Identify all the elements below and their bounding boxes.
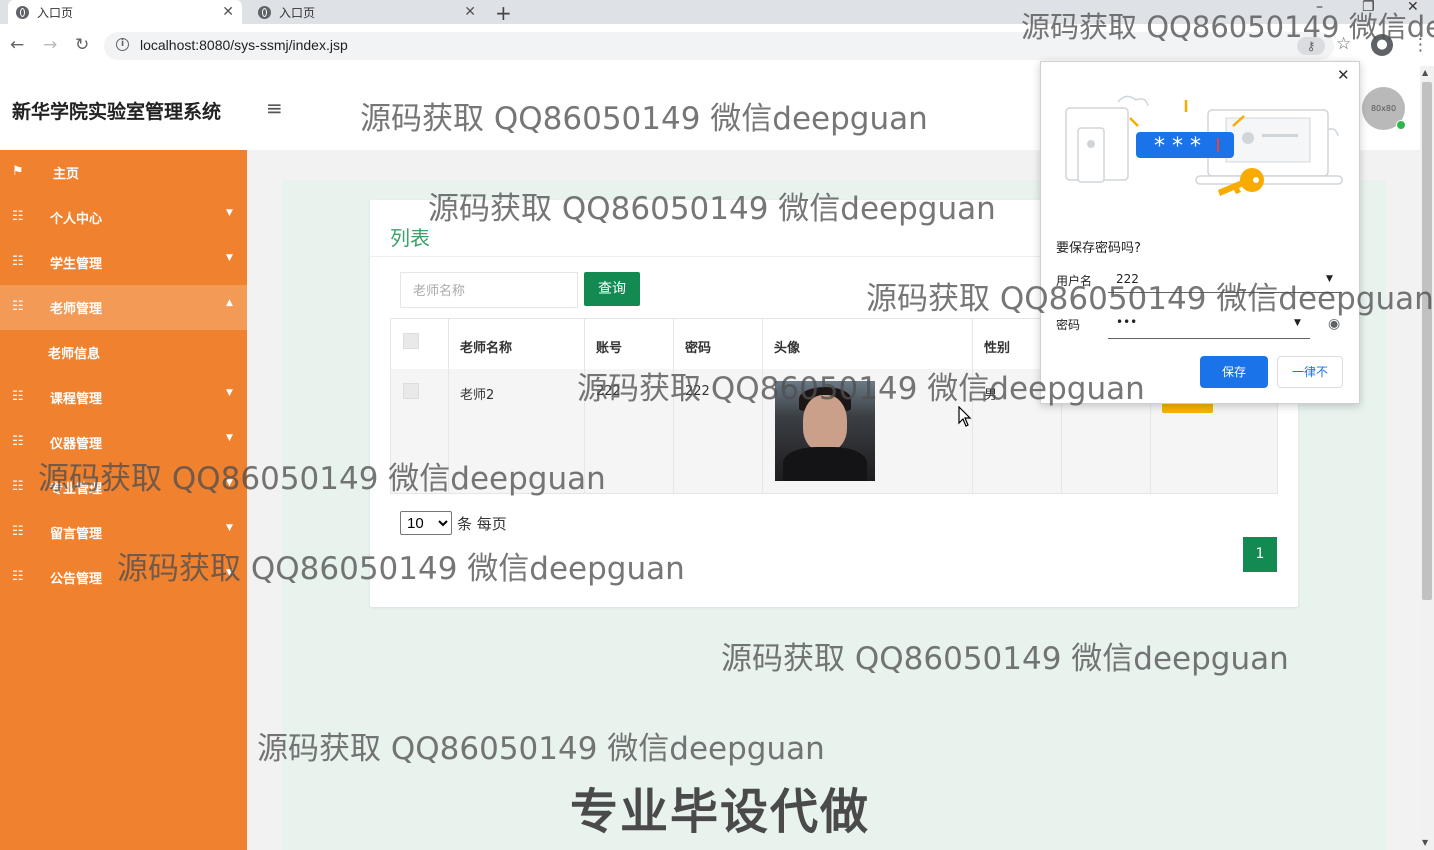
password-illustration: * * * — [1065, 95, 1343, 196]
sidebar-item-label: 仪器管理 — [50, 437, 103, 452]
grid-icon: ☷ — [12, 569, 24, 584]
sidebar-item-label: 学生管理 — [50, 257, 103, 272]
illustration-stars: * * * — [1154, 134, 1201, 159]
per-page-label: 条 每页 — [457, 515, 507, 533]
sidebar-subitem-teacher-info[interactable]: 老师信息 — [48, 343, 100, 362]
sidebar-item-label: 课程管理 — [50, 392, 103, 407]
watermark: 源码获取 QQ86050149 微信deepguan — [577, 371, 1145, 407]
sidebar-item-label: 老师管理 — [50, 302, 103, 317]
sidebar-item-courses[interactable]: ☷ 课程管理 ▼ — [0, 375, 247, 420]
sidebar-item-students[interactable]: ☷ 学生管理 ▼ — [0, 240, 247, 285]
grid-icon: ☷ — [12, 434, 24, 449]
watermark: 源码获取 QQ86050149 微信deepguan — [428, 191, 996, 227]
caret-down-icon: ▼ — [226, 253, 233, 263]
sidebar-item-personal-center[interactable]: ☷ 个人中心 ▼ — [0, 195, 247, 240]
grid-icon: ☷ — [12, 254, 24, 269]
info-icon[interactable]: i — [116, 38, 129, 51]
caret-down-icon: ▼ — [226, 388, 233, 398]
sidebar-item-label: 留言管理 — [50, 527, 103, 542]
sidebar-item-home[interactable]: ⚑ 主页 — [0, 150, 247, 195]
caret-down-icon: ▼ — [226, 433, 233, 443]
grid-icon: ☷ — [12, 389, 24, 404]
page-size-select[interactable]: 10 — [400, 511, 452, 535]
select-all-checkbox[interactable] — [403, 333, 419, 349]
scroll-up-arrow-icon[interactable]: ▲ — [1422, 68, 1428, 77]
tab-close-icon[interactable]: ✕ — [464, 4, 476, 20]
forward-icon[interactable]: → — [43, 35, 57, 55]
tab-title: 入口页 — [279, 5, 316, 20]
sidebar-item-label: 主页 — [53, 167, 80, 182]
tab-close-icon[interactable]: ✕ — [222, 4, 234, 20]
grid-icon: ☷ — [12, 299, 24, 314]
grid-icon: ☷ — [12, 479, 24, 494]
column-header-gender: 性别 — [984, 341, 1011, 356]
caret-down-icon: ▼ — [226, 208, 233, 218]
browser-tab-inactive[interactable]: 入口页 ✕ — [250, 0, 484, 24]
caret-up-icon: ▲ — [226, 298, 233, 308]
popup-title: 要保存密码吗? — [1056, 241, 1141, 256]
watermark: 源码获取 QQ86050149 微信deepguan — [117, 551, 685, 587]
watermark: 源码获取 QQ86050149 微信deepguan — [866, 281, 1434, 317]
sidebar-item-teachers[interactable]: ☷ 老师管理 ▲ — [0, 285, 247, 330]
save-password-button[interactable]: 保存 — [1200, 356, 1268, 388]
watermark: 源码获取 QQ86050149 微信deepguan — [721, 641, 1289, 677]
query-button[interactable]: 查询 — [584, 272, 640, 306]
caret-down-icon[interactable]: ▼ — [1294, 318, 1301, 328]
cell-teacher-name: 老师2 — [460, 388, 495, 403]
tab-title: 入口页 — [37, 5, 74, 20]
teacher-name-search-input[interactable] — [400, 272, 578, 308]
sidebar-item-label: 公告管理 — [50, 572, 103, 587]
never-save-button[interactable]: 一律不 — [1277, 356, 1343, 388]
grid-icon: ☷ — [12, 209, 24, 224]
flag-icon: ⚑ — [12, 164, 24, 179]
eye-icon[interactable]: ◉ — [1328, 316, 1340, 332]
watermark: 源码获取 QQ86050149 微信deepguan — [38, 461, 606, 497]
card-title: 列表 — [390, 226, 430, 250]
app-title: 新华学院实验室管理系统 — [12, 101, 222, 123]
back-icon[interactable]: ← — [10, 35, 24, 55]
browser-tab-active[interactable]: 入口页 ✕ — [8, 0, 242, 24]
globe-icon — [16, 5, 29, 19]
url-text[interactable]: localhost:8080/sys-ssmj/index.jsp — [140, 37, 348, 53]
globe-icon — [258, 5, 271, 19]
online-status-dot — [1396, 120, 1406, 130]
column-header-teacher-name: 老师名称 — [460, 341, 513, 356]
watermark-big: 专业毕设代做 — [570, 784, 871, 840]
column-header-account: 账号 — [596, 341, 623, 356]
watermark: 源码获取 QQ86050149 微信deepguan — [257, 731, 825, 767]
mouse-cursor-icon — [958, 406, 972, 427]
scrollbar-thumb[interactable] — [1422, 82, 1432, 600]
reload-icon[interactable]: ↻ — [75, 35, 89, 55]
caret-down-icon: ▼ — [226, 523, 233, 533]
new-tab-button[interactable]: + — [495, 1, 512, 25]
column-header-avatar: 头像 — [774, 341, 801, 356]
column-header-password: 密码 — [685, 341, 712, 356]
row-checkbox[interactable] — [403, 383, 419, 399]
watermark: 源码获取 QQ86050149 微信deepguan — [360, 101, 928, 137]
watermark: 源码获取 QQ86050149 微信de — [1021, 10, 1434, 44]
hamburger-icon[interactable]: ≡ — [266, 96, 283, 120]
grid-icon: ☷ — [12, 524, 24, 539]
sidebar-item-label: 个人中心 — [50, 212, 103, 227]
scroll-down-arrow-icon[interactable]: ▼ — [1422, 838, 1428, 847]
page-button-current[interactable]: 1 — [1243, 537, 1277, 572]
password-label: 密码 — [1056, 318, 1081, 332]
